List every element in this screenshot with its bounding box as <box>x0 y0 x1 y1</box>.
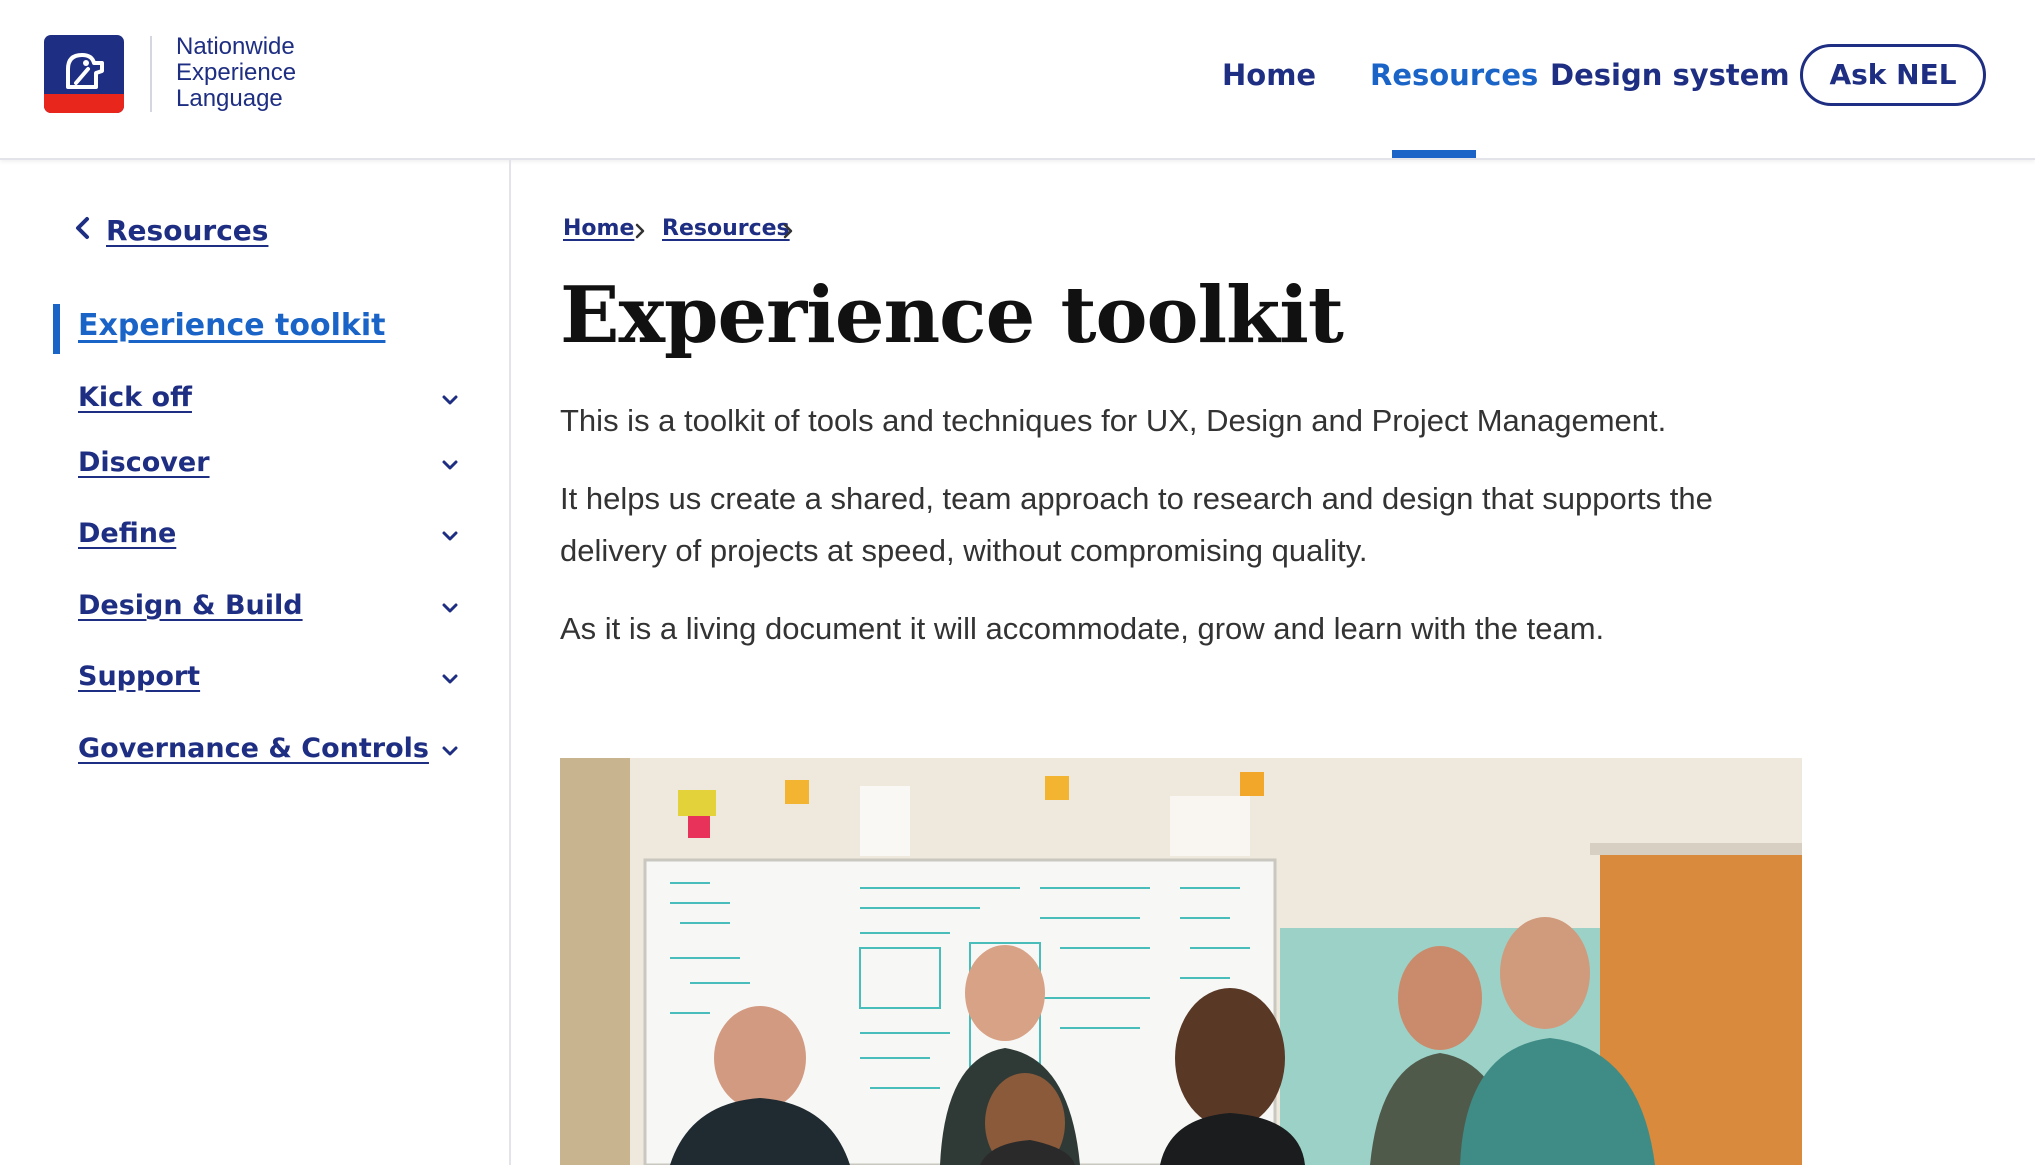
chevron-down-icon[interactable] <box>440 529 460 543</box>
nav-resources[interactable]: Resources <box>1370 58 1538 92</box>
sidebar-item-define[interactable]: Define <box>78 518 176 549</box>
chevron-down-icon[interactable] <box>440 393 460 407</box>
approach-paragraph: It helps us create a shared, team approa… <box>560 481 1713 568</box>
sidebar-divider <box>509 158 511 1165</box>
breadcrumb-resources[interactable]: Resources <box>662 216 790 241</box>
sidebar-item-design-build[interactable]: Design & Build <box>78 590 303 621</box>
logo-line: Experience <box>176 59 297 86</box>
nav-active-indicator <box>1392 150 1476 158</box>
chevron-left-icon <box>74 214 90 247</box>
sidebar-item-governance-controls[interactable]: Governance & Controls <box>78 733 429 764</box>
logo-divider <box>150 36 152 112</box>
page-title: Experience toolkit <box>560 270 1344 361</box>
chevron-down-icon[interactable] <box>440 672 460 686</box>
sidebar-back-link[interactable]: Resources <box>74 214 268 247</box>
sidebar-back-label: Resources <box>106 214 269 247</box>
sidebar-item-experience-toolkit[interactable]: Experience toolkit <box>78 308 385 343</box>
team-workshop-photo <box>560 758 1802 1165</box>
logo-line: Language <box>176 85 283 112</box>
site-header: Nationwide Experience Language Home Reso… <box>0 0 2035 160</box>
breadcrumb-home[interactable]: Home <box>563 216 634 241</box>
chevron-down-icon[interactable] <box>440 744 460 758</box>
nav-home[interactable]: Home <box>1222 58 1316 92</box>
workshop-scene <box>560 758 1802 1165</box>
logo-mark <box>66 53 104 89</box>
chevron-right-icon <box>635 223 645 239</box>
sidebar-item-discover[interactable]: Discover <box>78 447 210 478</box>
chevron-down-icon[interactable] <box>440 458 460 472</box>
nav-design-system[interactable]: Design system <box>1550 58 1790 92</box>
chevron-right-icon <box>783 223 793 239</box>
living-document-paragraph: As it is a living document it will accom… <box>560 611 1605 646</box>
logo-line: Nationwide <box>176 33 295 60</box>
nationwide-logo-icon[interactable] <box>44 35 124 113</box>
chevron-down-icon[interactable] <box>440 601 460 615</box>
intro-paragraph: This is a toolkit of tools and technique… <box>560 403 1667 438</box>
ask-nel-button[interactable]: Ask NEL <box>1800 44 1986 106</box>
sidebar-item-support[interactable]: Support <box>78 661 200 692</box>
sidebar-item-kick-off[interactable]: Kick off <box>78 382 192 413</box>
logo-wordmark[interactable]: Nationwide Experience Language <box>176 34 296 112</box>
sidebar-active-indicator <box>53 304 60 354</box>
